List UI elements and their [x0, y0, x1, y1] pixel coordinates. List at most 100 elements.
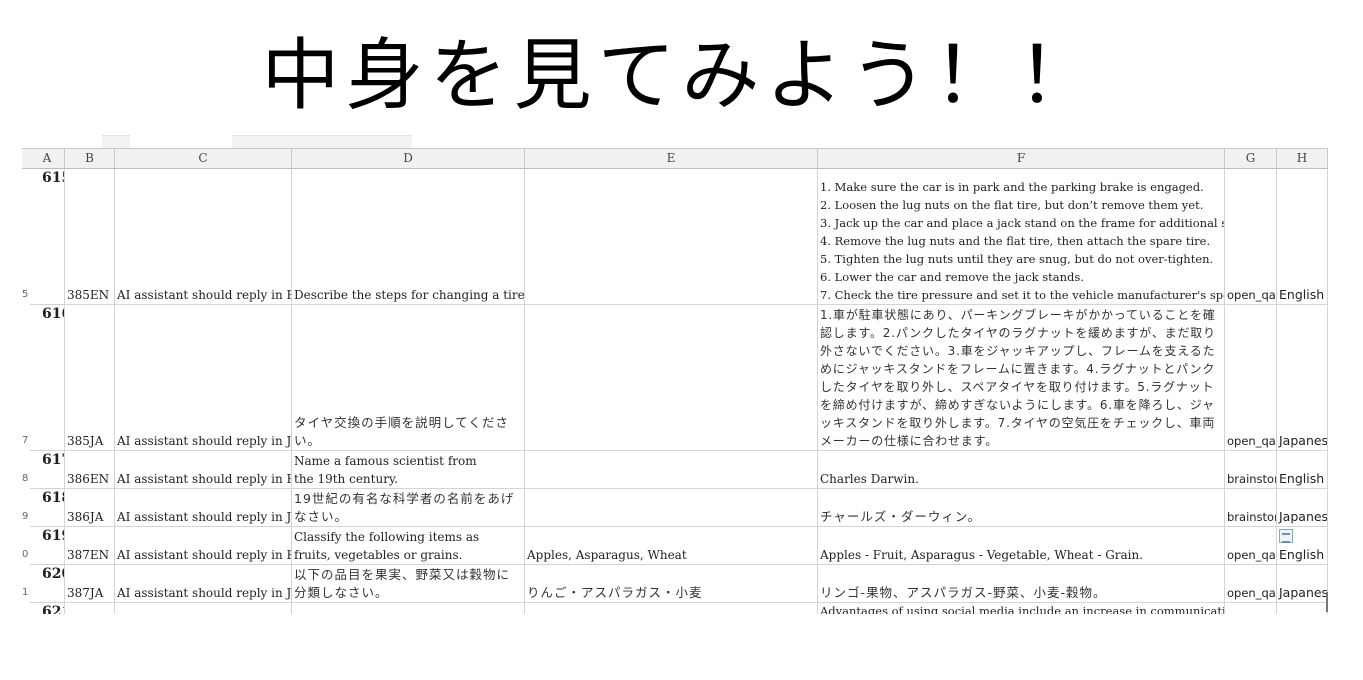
- answer-line: ッキスタンドを取り外します。7.タイヤの空気圧をチェックし、車両: [820, 416, 1216, 430]
- paste-options-icon[interactable]: [1279, 529, 1293, 543]
- answer-line: めにジャッキスタンドをフレームに置きます。4.ラグナットとパンク: [820, 362, 1216, 376]
- row-number[interactable]: 617: [30, 451, 65, 489]
- answer-line: 5. Tighten the lug nuts until they are s…: [820, 252, 1214, 266]
- cell-instruction[interactable]: AI assistant should reply in English: [115, 527, 292, 565]
- row-number[interactable]: 615: [30, 169, 65, 305]
- cell-answer[interactable]: Advantages of using social media include…: [818, 603, 1225, 614]
- cell-input[interactable]: Apples, Asparagus, Wheat: [525, 527, 818, 565]
- cell-input[interactable]: [525, 489, 818, 527]
- answer-line: Charles Darwin.: [820, 472, 919, 486]
- cell-id-text: 387JA: [67, 586, 104, 600]
- cell-answer[interactable]: 1.車が駐車状態にあり、パーキングブレーキがかかっていることを確 認します。2.…: [818, 305, 1225, 451]
- cell-id[interactable]: 385JA: [65, 305, 115, 451]
- cell-category[interactable]: open_qa: [1225, 305, 1277, 451]
- cell-question-text: 19世紀の有名な科学者の名前をあげなさい。: [294, 491, 515, 524]
- spreadsheet-grid[interactable]: A B C D E F G H 615 385EN AI assistant s…: [22, 148, 1328, 614]
- answer-line: Advantages of using social media include…: [820, 604, 1225, 614]
- cell-input[interactable]: りんご・アスパラガス・小麦: [525, 565, 818, 603]
- cell-language[interactable]: Japanese: [1277, 305, 1328, 451]
- cell-language[interactable]: [1277, 603, 1328, 614]
- cell-category[interactable]: brainstorming: [1225, 489, 1277, 527]
- cell-language[interactable]: Japanese: [1277, 489, 1328, 527]
- row-number[interactable]: 619: [30, 527, 65, 565]
- scroll-indicator[interactable]: [1326, 592, 1328, 612]
- column-header-b[interactable]: B: [65, 149, 115, 169]
- cell-question[interactable]: 19世紀の有名な科学者の名前をあげなさい。: [292, 489, 525, 527]
- cell-language[interactable]: English: [1277, 169, 1328, 305]
- cell-question[interactable]: [292, 603, 525, 614]
- cell-input-text: Apples, Asparagus, Wheat: [527, 548, 687, 562]
- cell-question[interactable]: 以下の品目を果実、野菜又は穀物に分類しなさい。: [292, 565, 525, 603]
- column-header-d[interactable]: D: [292, 149, 525, 169]
- cell-id[interactable]: 386JA: [65, 489, 115, 527]
- answer-line: 認します。2.パンクしたタイヤのラグナットを緩めますが、まだ取り: [820, 326, 1216, 340]
- cell-input[interactable]: [525, 169, 818, 305]
- column-header-f[interactable]: F: [818, 149, 1225, 169]
- row-stub: 9: [22, 511, 29, 522]
- cell-answer[interactable]: Charles Darwin.: [818, 451, 1225, 489]
- cell-question-text: 以下の品目を果実、野菜又は穀物に分類しなさい。: [294, 567, 511, 600]
- cell-language-text: English: [1279, 471, 1325, 486]
- cell-category-text: brainstorming: [1227, 472, 1276, 486]
- cell-category[interactable]: open_qa: [1225, 169, 1277, 305]
- cell-category[interactable]: open_qa: [1225, 565, 1277, 603]
- answer-line: メーカーの仕様に合わせます。: [820, 434, 999, 448]
- cell-question[interactable]: Classify the following items as fruits, …: [292, 527, 525, 565]
- row-number[interactable]: 621: [30, 603, 65, 614]
- cell-input[interactable]: [525, 603, 818, 614]
- cell-id[interactable]: 386EN: [65, 451, 115, 489]
- cell-question-text: Name a famous scientist from the 19th ce…: [294, 454, 477, 486]
- cell-instruction[interactable]: AI assistant should reply in Japanese: [115, 489, 292, 527]
- cell-input-text: りんご・アスパラガス・小麦: [527, 585, 703, 600]
- cell-instruction[interactable]: AI assistant should reply in English: [115, 451, 292, 489]
- column-header-c[interactable]: C: [115, 149, 292, 169]
- cell-input[interactable]: [525, 451, 818, 489]
- column-header-a[interactable]: A: [30, 149, 65, 169]
- cell-category[interactable]: [1225, 603, 1277, 614]
- cell-language-text: English: [1279, 547, 1325, 562]
- row-stub: 1: [22, 587, 29, 598]
- row-stub: 7: [22, 435, 29, 446]
- cell-category-text: open_qa: [1227, 288, 1276, 302]
- cell-id[interactable]: [65, 603, 115, 614]
- answer-line: を締め付けますが、締めすぎないようにします。6.車を降ろし、ジャ: [820, 398, 1215, 412]
- cell-instruction-text: AI assistant should reply in Japanese: [117, 434, 292, 448]
- cell-input[interactable]: [525, 305, 818, 451]
- cell-id[interactable]: 387EN: [65, 527, 115, 565]
- cell-language[interactable]: Japanese: [1277, 565, 1328, 603]
- cell-id[interactable]: 385EN: [65, 169, 115, 305]
- answer-line: 1.車が駐車状態にあり、パーキングブレーキがかかっていることを確: [820, 308, 1216, 322]
- row-number[interactable]: 618: [30, 489, 65, 527]
- cell-question[interactable]: Name a famous scientist from the 19th ce…: [292, 451, 525, 489]
- cell-instruction[interactable]: AI assistant should reply in Japanese: [115, 565, 292, 603]
- cell-answer[interactable]: リンゴ-果物、アスパラガス-野菜、小麦-穀物。: [818, 565, 1225, 603]
- cell-id[interactable]: 387JA: [65, 565, 115, 603]
- cell-instruction[interactable]: [115, 603, 292, 614]
- answer-line: リンゴ-果物、アスパラガス-野菜、小麦-穀物。: [820, 585, 1107, 600]
- row-number[interactable]: 620: [30, 565, 65, 603]
- row-number[interactable]: 616: [30, 305, 65, 451]
- cell-category[interactable]: brainstorming: [1225, 451, 1277, 489]
- cell-answer[interactable]: チャールズ・ダーウィン。: [818, 489, 1225, 527]
- cell-answer[interactable]: 1. Make sure the car is in park and the …: [818, 169, 1225, 305]
- cell-instruction-text: AI assistant should reply in Japanese: [117, 510, 292, 524]
- cell-question[interactable]: タイヤ交換の手順を説明してください。: [292, 305, 525, 451]
- cell-answer[interactable]: Apples - Fruit, Asparagus - Vegetable, W…: [818, 527, 1225, 565]
- column-header-g[interactable]: G: [1225, 149, 1277, 169]
- column-header-e[interactable]: E: [525, 149, 818, 169]
- cell-instruction[interactable]: AI assistant should reply in English: [115, 169, 292, 305]
- page-title: 中身を見てみよう！！: [261, 31, 1102, 121]
- cell-language-text: English: [1279, 287, 1325, 302]
- cell-instruction[interactable]: AI assistant should reply in Japanese: [115, 305, 292, 451]
- cell-id-text: 386EN: [67, 472, 110, 486]
- cell-category[interactable]: open_qa: [1225, 527, 1277, 565]
- cell-instruction-text: AI assistant should reply in English: [117, 472, 291, 486]
- row-stub: 8: [22, 473, 29, 484]
- answer-line: 1. Make sure the car is in park and the …: [820, 180, 1204, 194]
- row-stub: 0: [22, 549, 29, 560]
- cell-id-text: 385EN: [67, 288, 110, 302]
- cell-question[interactable]: Describe the steps for changing a tire.: [292, 169, 525, 305]
- cell-id-text: 385JA: [67, 434, 104, 448]
- column-header-h[interactable]: H: [1277, 149, 1328, 169]
- cell-language[interactable]: English: [1277, 451, 1328, 489]
